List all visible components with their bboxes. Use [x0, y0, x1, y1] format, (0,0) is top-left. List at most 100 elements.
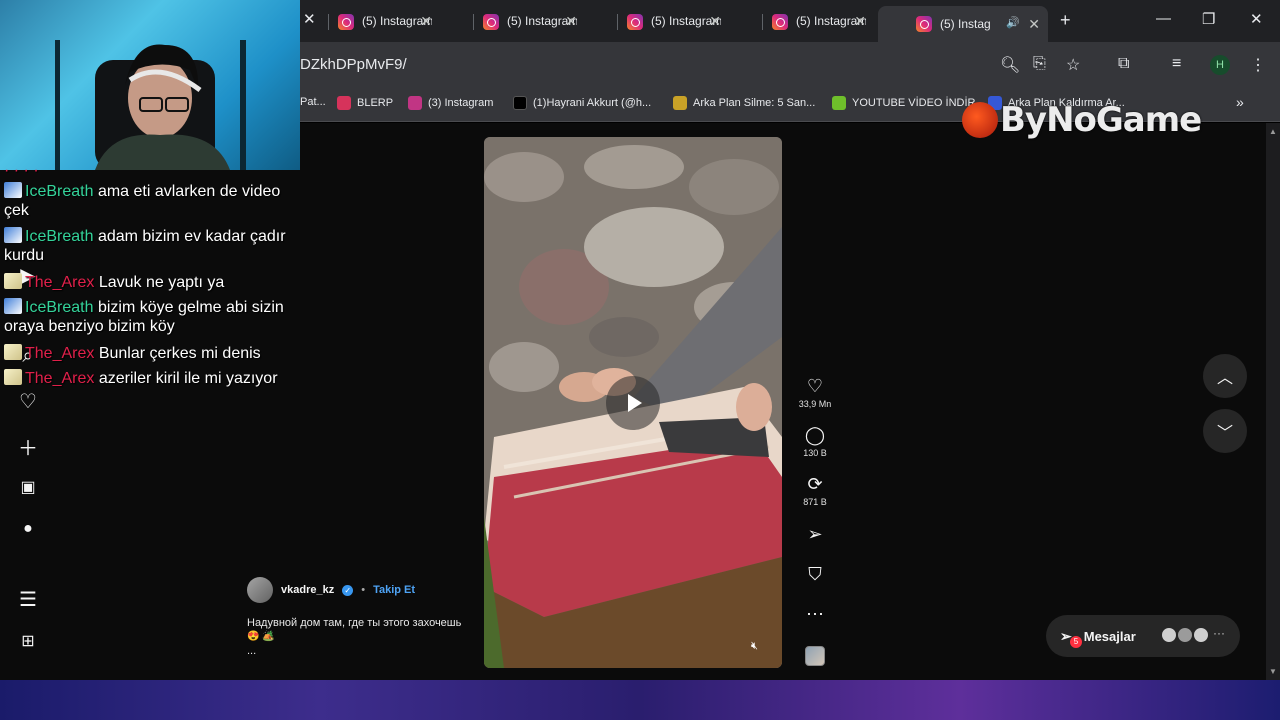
chat-message: IceBreath bizim köye gelme abi sizin ora… [4, 298, 304, 336]
download-favicon-icon [832, 96, 846, 110]
repost-count: 871 B [803, 497, 827, 507]
caption-more[interactable]: ... [247, 644, 477, 658]
chat-badge-icon [4, 369, 22, 385]
bookmark-label: Pat... [300, 96, 326, 108]
create-icon[interactable]: ＋ [17, 432, 39, 461]
bookmark-item[interactable]: Arka Plan Silme: 5 San... [673, 96, 815, 110]
blerp-favicon-icon [337, 96, 351, 110]
scroll-down-icon[interactable]: ▼ [1269, 667, 1277, 676]
chat-text: azeriler kiril ile mi yazıyor [98, 370, 278, 387]
bookmark-item[interactable]: YOUTUBE VİDEO İNDİR [832, 96, 975, 110]
chat-message: The_Arex Bunlar çerkes mi denis [4, 344, 304, 363]
heart-icon[interactable]: ♡ [794, 376, 836, 396]
tab-close-icon[interactable]: ✕ [565, 13, 577, 30]
desktop-wallpaper-strip [0, 680, 1280, 720]
bookmark-item[interactable]: (3) Instagram [408, 96, 493, 110]
bookmark-icon[interactable]: ⛉ [794, 564, 836, 584]
tab-instagram-2[interactable]: (5) Instagram ✕ [445, 6, 585, 36]
bynogame-watermark: ByNoGame [962, 100, 1202, 140]
zoom-icon[interactable]: 🔍︎ [1000, 55, 1020, 75]
chat-username: The_Arex [25, 274, 95, 291]
author-avatar[interactable] [247, 577, 273, 603]
instagram-favicon-icon [338, 14, 354, 30]
speaker-icon[interactable]: 🔊 [1006, 16, 1020, 29]
scroll-up-icon[interactable]: ▲ [1269, 127, 1277, 136]
chat-badge-icon [4, 298, 22, 314]
chat-message: The_Arex Lavuk ne yaptı ya [4, 273, 304, 292]
tiktok-favicon-icon [513, 96, 527, 110]
more-action[interactable]: ⋯ [794, 604, 836, 624]
chat-badge-icon [4, 182, 22, 198]
play-button[interactable] [606, 376, 660, 430]
chat-username: The_Arex [25, 370, 95, 387]
volume-icon[interactable]: 🔇︎ [751, 640, 758, 653]
share-action[interactable]: ➢ [794, 524, 836, 544]
tab-title: (5) Instagram [940, 17, 990, 31]
install-app-icon[interactable]: ⎘ [1033, 55, 1046, 73]
tab-close-icon[interactable]: ✕ [854, 13, 866, 30]
repost-action[interactable]: ⟳ 871 B [794, 474, 836, 507]
next-reel-button[interactable]: ﹀ [1203, 409, 1247, 453]
caption-text: Надувной дом там, где ты этого захочешь [247, 617, 462, 629]
chat-badge-icon [4, 227, 22, 243]
webcam-overlay [0, 0, 300, 170]
tab-instagram-4[interactable]: (5) Instagram ✕ [734, 6, 874, 36]
more-apps-icon[interactable]: ⊞ [17, 631, 39, 651]
reel-author: vkadre_kz ✓ • Takip Et [247, 577, 415, 603]
more-icon[interactable]: ⋯ [794, 604, 836, 624]
restore-button[interactable]: ❐ [1202, 10, 1215, 28]
like-action[interactable]: ♡ 33,9 Mn [794, 376, 836, 409]
bookmark-item[interactable]: (1)Hayrani Akkurt (@h... [513, 96, 651, 110]
media-control-icon[interactable]: ≡ [1172, 55, 1181, 73]
bookmark-label: Arka Plan Silme: 5 San... [693, 97, 816, 109]
save-action[interactable]: ⛉ [794, 564, 836, 584]
more-icon[interactable]: ··· [1213, 626, 1225, 640]
chat-text: Lavuk ne yaptı ya [98, 274, 225, 291]
watermark-text: ByNoGame [1000, 100, 1202, 140]
address-bar[interactable]: DZkhDPpMvF9/ [300, 56, 407, 73]
tab-close-icon[interactable]: ✕ [709, 13, 721, 30]
comment-count: 130 B [803, 448, 827, 458]
follow-button[interactable]: Takip Et [373, 584, 415, 596]
page-scrollbar[interactable]: ▲ ▼ [1266, 123, 1280, 680]
heart-icon[interactable]: ♡ [17, 389, 39, 414]
bookmark-item[interactable]: Pat... [300, 96, 326, 108]
minimize-button[interactable]: — [1156, 10, 1171, 27]
tab-close-icon[interactable]: ✕ [420, 13, 432, 30]
tab-instagram-1[interactable]: (5) Instagram ✕ [300, 6, 440, 36]
avatar [1192, 626, 1210, 644]
profile-avatar[interactable]: H [1210, 55, 1230, 75]
extensions-icon[interactable]: ⧉ [1118, 55, 1129, 73]
send-icon[interactable]: ➢ [794, 524, 836, 544]
new-tab-button[interactable]: + [1060, 10, 1071, 31]
messages-label: Mesajlar [1083, 628, 1136, 644]
repost-icon[interactable]: ⟳ [794, 474, 836, 494]
bookmark-label: (1)Hayrani Akkurt (@h... [533, 97, 652, 109]
previous-reel-button[interactable]: ︿ [1203, 354, 1247, 398]
audio-thumbnail[interactable] [805, 646, 825, 666]
profile-avatar-icon[interactable]: ● [17, 520, 39, 538]
comment-action[interactable]: ◯ 130 B [794, 425, 836, 458]
bookmark-item[interactable]: BLERP [337, 96, 393, 110]
chevron-up-icon: ︿ [1216, 370, 1233, 387]
chat-line-truncated: · · · · [4, 162, 39, 173]
bookmark-star-icon[interactable]: ☆ [1066, 55, 1080, 75]
chat-username: IceBreath [25, 299, 94, 316]
tab-instagram-3[interactable]: (5) Instagram ✕ [589, 6, 729, 36]
menu-kebab-icon[interactable]: ⋮ [1250, 55, 1266, 75]
chat-badge-icon [4, 273, 22, 289]
chat-message: IceBreath adam bizim ev kadar çadır kurd… [4, 227, 304, 265]
menu-icon[interactable]: ☰ [17, 587, 39, 612]
author-username[interactable]: vkadre_kz [281, 584, 334, 596]
like-count: 33,9 Mn [798, 399, 832, 409]
tab-close-icon[interactable]: ✕ [1028, 16, 1040, 33]
chat-message: The_Arex azeriler kiril ile mi yazıyor [4, 369, 304, 388]
chevron-down-icon: ﹀ [1216, 425, 1233, 442]
streamer-webcam-image [55, 40, 246, 170]
chat-username: The_Arex [25, 345, 95, 362]
close-window-button[interactable]: ✕ [1250, 10, 1263, 28]
tab-instagram-active[interactable]: (5) Instagram 🔊 ✕ [878, 6, 1048, 42]
dashboard-icon[interactable]: ▣ [17, 477, 39, 497]
comment-icon[interactable]: ◯ [794, 425, 836, 445]
bookmarks-overflow-icon[interactable]: » [1236, 94, 1244, 110]
